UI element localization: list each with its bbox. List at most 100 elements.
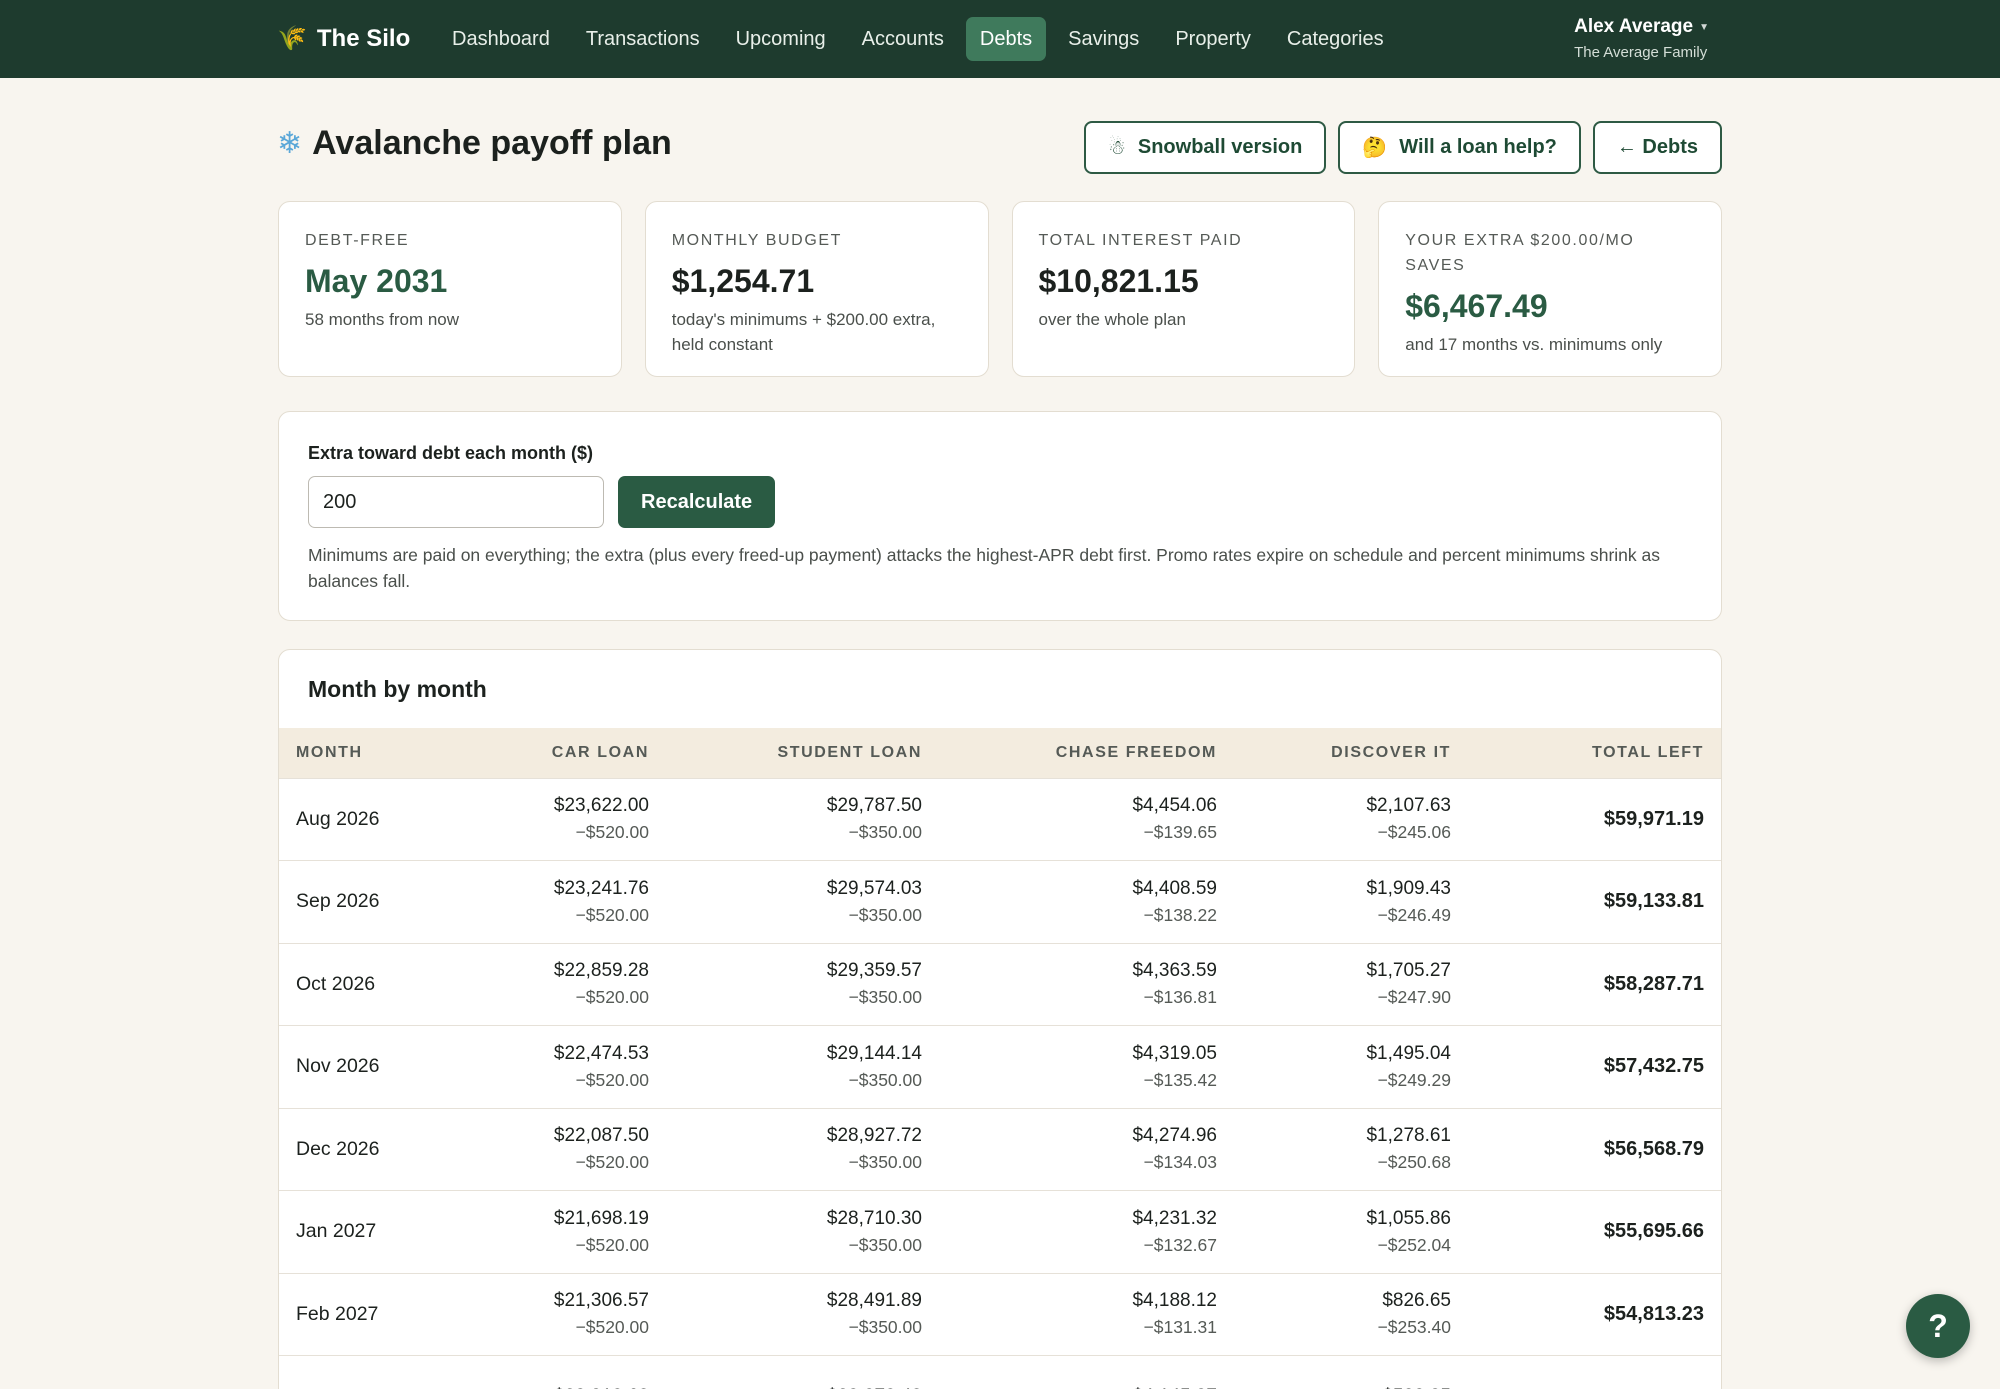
- balance-value: $28,710.30: [826, 1207, 922, 1229]
- month-cell: Oct 2026: [296, 972, 376, 995]
- payment-value: −$350.00: [848, 904, 922, 925]
- balance-cell: $20,912.63: [469, 1356, 666, 1389]
- balance-value: $29,359.57: [826, 960, 922, 982]
- payment-value: −$520.00: [575, 822, 649, 843]
- balance-cell: $22,474.53 −$520.00: [469, 1026, 666, 1109]
- balance-value: $29,574.03: [826, 877, 922, 899]
- col-student-loan: Student Loan: [777, 743, 922, 761]
- balance-value: $22,474.53: [553, 1042, 649, 1064]
- stat-card-extra-saves: Your extra $200.00/mo saves $6,467.49 an…: [1378, 201, 1722, 377]
- balance-value: $4,145.37: [956, 1384, 1217, 1389]
- balance-cell: $4,363.59 −$136.81: [939, 943, 1234, 1026]
- summary-stats: Debt-free May 2031 58 months from now Mo…: [278, 201, 1722, 377]
- stat-label: Debt-free: [305, 232, 410, 249]
- balance-cell: $590.85: [1234, 1356, 1468, 1389]
- balance-cell: $23,622.00 −$520.00: [469, 778, 666, 861]
- stat-sub: today's minimums + $200.00 extra, held c…: [671, 310, 936, 354]
- nav-item-accounts[interactable]: Accounts: [848, 17, 958, 61]
- brand[interactable]: 🌾 The Silo: [277, 22, 410, 56]
- stat-value: May 2031: [305, 263, 448, 299]
- nav-item-dashboard[interactable]: Dashboard: [438, 17, 564, 61]
- balance-value: $28,272.48: [683, 1384, 922, 1389]
- total-left-cell: $59,971.19: [1603, 807, 1704, 830]
- total-left-cell: [1468, 1356, 1721, 1389]
- balance-value: $4,231.32: [1132, 1207, 1217, 1229]
- payment-value: −$350.00: [848, 1234, 922, 1255]
- payment-value: −$520.00: [575, 1152, 649, 1173]
- recalculate-button[interactable]: Recalculate: [618, 476, 776, 528]
- payment-value: −$247.90: [1377, 987, 1451, 1008]
- payoff-table: Month Car Loan Student Loan Chase Freedo…: [279, 728, 1721, 1389]
- nav-item-categories[interactable]: Categories: [1273, 17, 1398, 61]
- balance-cell: $1,909.43 −$246.49: [1234, 861, 1468, 944]
- payment-value: −$350.00: [848, 987, 922, 1008]
- table-row: Oct 2026 $22,859.28 −$520.00 $29,359.57 −$35…: [279, 943, 1721, 1026]
- month-by-month-panel: Month by month Month Car Loan Student Lo…: [278, 649, 1722, 1389]
- balance-cell: $29,574.03 −$350.00: [666, 861, 939, 944]
- payment-value: −$520.00: [575, 1069, 649, 1090]
- back-to-debts-button[interactable]: ← Debts: [1592, 121, 1722, 174]
- balance-cell: $29,359.57 −$350.00: [666, 943, 939, 1026]
- header-actions: ☃ Snowball version 🤔 Will a loan help? ←…: [1083, 121, 1722, 174]
- extra-amount-input[interactable]: [308, 476, 604, 528]
- balance-value: $21,306.57: [553, 1290, 649, 1312]
- balance-cell: $4,145.37: [939, 1356, 1234, 1389]
- user-name-row: Alex Average ▼: [1574, 16, 1709, 38]
- balance-value: $28,491.89: [826, 1290, 922, 1312]
- col-discover-it: Discover It: [1331, 743, 1451, 761]
- stat-label: Monthly budget: [671, 232, 843, 249]
- balance-value: $23,241.76: [553, 877, 649, 899]
- payment-value: −$520.00: [575, 1234, 649, 1255]
- balance-cell: $4,408.59 −$138.22: [939, 861, 1234, 944]
- month-cell: Sep 2026: [296, 890, 380, 913]
- extra-row: Recalculate: [308, 476, 1692, 528]
- payment-value: −$246.49: [1377, 904, 1451, 925]
- total-left-cell: $57,432.75: [1603, 1055, 1704, 1078]
- total-left-cell: $56,568.79: [1603, 1137, 1704, 1160]
- stat-label: Total interest paid: [1038, 232, 1243, 249]
- stat-label: Your extra $200.00/mo saves: [1405, 232, 1635, 274]
- balance-value: $23,622.00: [553, 795, 649, 817]
- extra-payment-panel: Extra toward debt each month ($) Recalcu…: [278, 411, 1722, 621]
- help-button[interactable]: ?: [1906, 1294, 1970, 1358]
- payment-value: −$132.67: [1143, 1234, 1217, 1255]
- nav-item-debts[interactable]: Debts: [965, 17, 1047, 61]
- table-title: Month by month: [308, 675, 487, 702]
- month-cell: Jan 2027: [296, 1220, 377, 1243]
- loan-help-button[interactable]: 🤔 Will a loan help?: [1338, 121, 1581, 174]
- balance-cell: $4,231.32 −$132.67: [939, 1191, 1234, 1274]
- caret-down-icon: ▼: [1699, 21, 1709, 33]
- month-cell: Dec 2026: [296, 1137, 380, 1160]
- month-cell: Nov 2026: [296, 1055, 380, 1078]
- payment-value: −$520.00: [575, 904, 649, 925]
- stat-sub: 58 months from now: [305, 310, 460, 329]
- nav-item-transactions[interactable]: Transactions: [572, 17, 714, 61]
- payment-value: −$350.00: [848, 1317, 922, 1338]
- nav-item-upcoming[interactable]: Upcoming: [722, 17, 840, 61]
- payment-value: −$350.00: [848, 822, 922, 843]
- back-to-debts-label: ← Debts: [1616, 136, 1698, 158]
- nav-item-property[interactable]: Property: [1161, 17, 1265, 61]
- loan-help-label: Will a loan help?: [1399, 136, 1557, 158]
- nav-item-savings[interactable]: Savings: [1054, 17, 1153, 61]
- table-row: Aug 2026 $23,622.00 −$520.00 $29,787.50 −$35…: [279, 778, 1721, 861]
- month-cell: Feb 2027: [296, 1302, 379, 1325]
- balance-value: $1,495.04: [1366, 1042, 1451, 1064]
- table-row: Dec 2026 $22,087.50 −$520.00 $28,927.72 −$35…: [279, 1108, 1721, 1191]
- stat-card-debt-free: Debt-free May 2031 58 months from now: [278, 201, 622, 377]
- user-menu[interactable]: Alex Average ▼ The Average Family: [1574, 16, 1709, 61]
- col-total-left: Total Left: [1592, 743, 1704, 761]
- nav-items: Dashboard Transactions Upcoming Accounts…: [438, 17, 1398, 61]
- balance-value: $4,319.05: [1132, 1042, 1217, 1064]
- balance-cell: $1,495.04 −$249.29: [1234, 1026, 1468, 1109]
- balance-cell: $1,705.27 −$247.90: [1234, 943, 1468, 1026]
- snowball-version-button[interactable]: ☃ Snowball version: [1083, 121, 1327, 174]
- balance-value: $1,278.61: [1366, 1125, 1451, 1147]
- balance-value: $1,055.86: [1366, 1207, 1451, 1229]
- col-car-loan: Car Loan: [551, 743, 649, 761]
- stat-value: $6,467.49: [1405, 288, 1548, 324]
- snowball-version-label: Snowball version: [1137, 136, 1303, 158]
- balance-cell: $826.65 −$253.40: [1234, 1273, 1468, 1356]
- payment-value: −$252.04: [1377, 1234, 1451, 1255]
- payment-value: −$350.00: [848, 1069, 922, 1090]
